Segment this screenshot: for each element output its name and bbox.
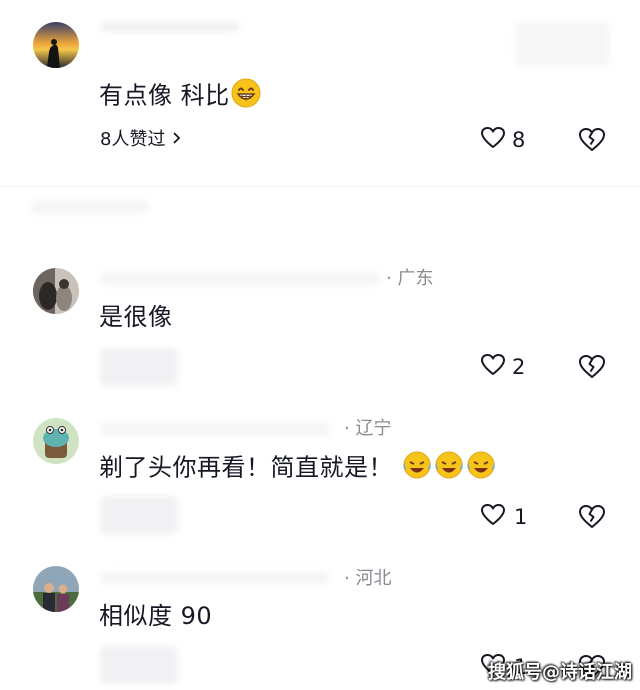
comment-text: 相似度 90 bbox=[99, 602, 213, 630]
reply-redacted bbox=[100, 646, 178, 684]
comment-text: 有点像 科比 bbox=[99, 77, 262, 116]
heart-icon bbox=[480, 503, 506, 531]
region-label: · 河北 bbox=[344, 568, 392, 589]
laugh-cry-emoji-icon bbox=[465, 450, 497, 487]
username-redacted bbox=[100, 571, 330, 585]
reply-redacted bbox=[100, 496, 178, 534]
username-redacted bbox=[100, 22, 240, 32]
broken-heart-icon bbox=[578, 127, 606, 157]
watermark: 搜狐号@诗话江湖 bbox=[488, 662, 632, 683]
grin-emoji-icon bbox=[230, 77, 262, 116]
laugh-cry-emoji-icon bbox=[433, 450, 465, 487]
avatar[interactable] bbox=[33, 268, 79, 314]
like-button[interactable]: 2 bbox=[480, 354, 525, 380]
like-button[interactable]: 8 bbox=[480, 127, 525, 153]
avatar[interactable] bbox=[33, 418, 79, 464]
comment-text: 剃了头你再看！简直就是！ bbox=[99, 450, 497, 487]
username-redacted bbox=[515, 22, 610, 66]
redacted-area bbox=[30, 200, 150, 214]
laugh-cry-emoji-icon bbox=[401, 450, 433, 487]
like-count: 2 bbox=[512, 355, 526, 379]
like-count: 1 bbox=[514, 505, 528, 529]
reply-redacted bbox=[100, 348, 178, 386]
broken-heart-icon bbox=[578, 354, 606, 384]
comment-text: 是很像 bbox=[99, 303, 173, 331]
heart-icon bbox=[480, 353, 506, 381]
divider bbox=[0, 186, 640, 187]
dislike-button[interactable] bbox=[578, 504, 606, 534]
username-redacted bbox=[100, 422, 330, 436]
avatar[interactable] bbox=[33, 566, 79, 612]
like-count: 8 bbox=[512, 128, 526, 152]
broken-heart-icon bbox=[578, 504, 606, 534]
region-label: · 辽宁 bbox=[344, 418, 392, 439]
avatar[interactable] bbox=[33, 22, 79, 68]
dislike-button[interactable] bbox=[578, 127, 606, 157]
heart-icon bbox=[480, 126, 506, 154]
like-button[interactable]: 1 bbox=[480, 504, 527, 530]
dislike-button[interactable] bbox=[578, 354, 606, 384]
region-label: · 广东 bbox=[386, 268, 434, 289]
chevron-right-icon bbox=[171, 129, 181, 151]
likes-summary-link[interactable]: 8人赞过 bbox=[100, 129, 181, 151]
username-redacted bbox=[100, 272, 380, 286]
